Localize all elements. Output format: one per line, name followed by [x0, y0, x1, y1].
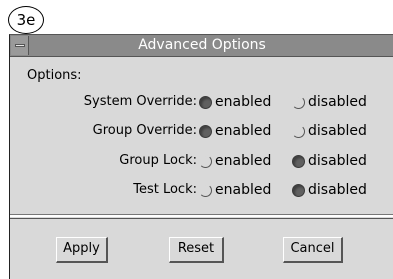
radio-label: disabled	[308, 182, 367, 198]
radio-indicator	[292, 124, 305, 138]
title-bar[interactable]: Advanced Options	[10, 35, 393, 57]
radio-label: disabled	[308, 153, 367, 169]
radio-indicator	[292, 154, 305, 168]
radio-label: disabled	[308, 123, 367, 139]
apply-button[interactable]: Apply	[56, 237, 108, 263]
system-override-disabled-radio[interactable]: disabled	[292, 93, 367, 111]
group-lock-disabled-radio[interactable]: disabled	[292, 152, 367, 170]
advanced-options-dialog: Advanced Options Options: System Overrid…	[9, 34, 393, 279]
reset-button[interactable]: Reset	[169, 237, 224, 263]
separator	[10, 214, 393, 217]
option-row-group-override: Group Override: enabled disabled	[10, 120, 393, 142]
radio-label: enabled	[215, 123, 272, 139]
separator-shadow	[10, 218, 393, 219]
radio-indicator	[199, 124, 212, 138]
option-label: System Override:	[83, 94, 197, 109]
radio-indicator	[199, 183, 212, 197]
system-override-enabled-radio[interactable]: enabled	[199, 93, 271, 111]
option-row-system-override: System Override: enabled disabled	[10, 91, 393, 113]
group-lock-enabled-radio[interactable]: enabled	[199, 152, 271, 170]
radio-label: enabled	[215, 94, 272, 110]
radio-indicator	[292, 95, 305, 109]
option-label: Group Override:	[92, 123, 197, 138]
radio-indicator	[199, 95, 212, 109]
radio-label: disabled	[308, 94, 367, 110]
radio-label: enabled	[215, 182, 272, 198]
radio-indicator	[199, 154, 212, 168]
radio-indicator	[292, 183, 305, 197]
window-title: Advanced Options	[138, 37, 266, 53]
group-override-disabled-radio[interactable]: disabled	[292, 122, 367, 140]
option-row-group-lock: Group Lock: enabled disabled	[10, 150, 393, 172]
radio-label: enabled	[215, 153, 272, 169]
test-lock-enabled-radio[interactable]: enabled	[199, 181, 271, 199]
cancel-button[interactable]: Cancel	[283, 237, 343, 263]
option-row-test-lock: Test Lock: enabled disabled	[10, 179, 393, 201]
group-override-enabled-radio[interactable]: enabled	[199, 122, 271, 140]
test-lock-disabled-radio[interactable]: disabled	[292, 181, 367, 199]
figure-annotation: 3e	[8, 6, 44, 34]
option-label: Test Lock:	[133, 182, 197, 197]
option-label: Group Lock:	[119, 153, 197, 168]
options-heading: Options:	[27, 68, 82, 83]
